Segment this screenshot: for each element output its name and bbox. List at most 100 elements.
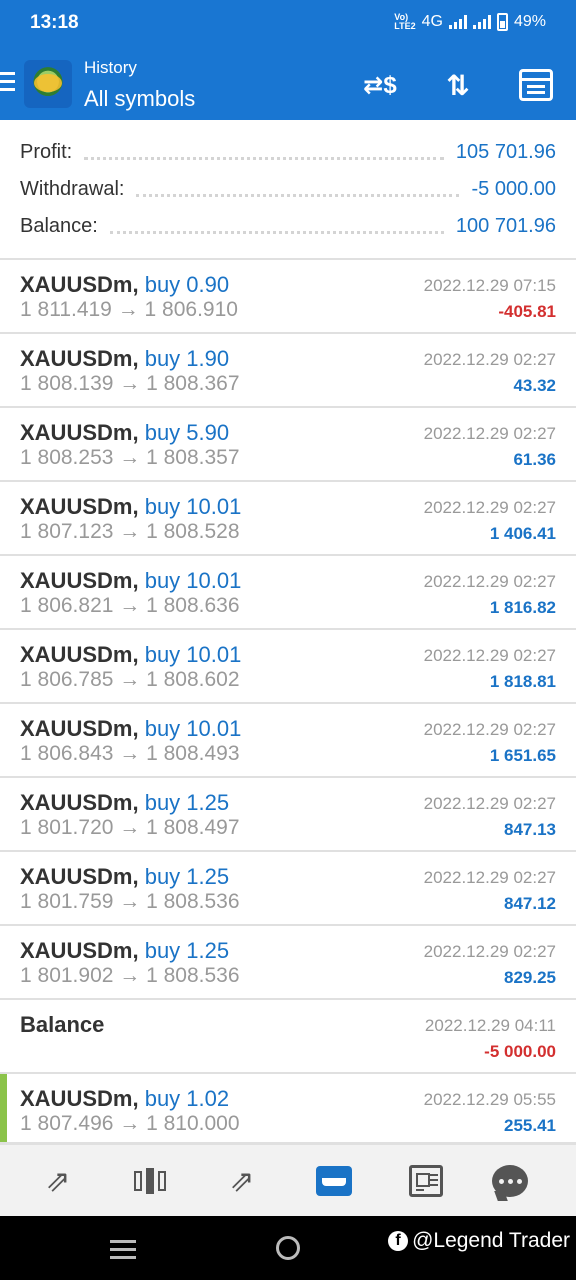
deal-row[interactable]: XAUUSDm, buy 1.25 1 801.720 → 1 808.497 … [0,778,576,852]
home-icon[interactable] [276,1236,300,1260]
deal-type: buy 10.01 [144,716,242,741]
deal-type: buy 10.01 [144,568,242,593]
deal-prices: 1 806.785 → 1 808.602 [20,668,240,691]
withdrawal-row: Withdrawal: -5 000.00 [20,171,556,207]
deal-date: 2022.12.29 02:27 [423,424,556,443]
bottom-navigation: ⇗ ⇗ [0,1144,576,1216]
deal-row[interactable]: XAUUSDm, buy 10.01 1 807.123 → 1 808.528… [0,482,576,556]
profit-label: Profit: [20,140,73,163]
deal-date: 2022.12.29 02:27 [423,794,556,813]
deal-row-selected[interactable]: XAUUSDm, buy 1.02 1 807.496 → 1 810.000 … [0,1074,576,1144]
quotes-icon[interactable]: ⇗ [36,1159,80,1203]
deal-type: buy 10.01 [144,494,242,519]
deal-date: 2022.12.29 02:27 [423,646,556,665]
deal-row[interactable]: XAUUSDm, buy 5.90 1 808.253 → 1 808.357 … [0,408,576,482]
deal-date: 2022.12.29 07:15 [423,276,556,295]
deal-prices: 1 801.759 → 1 808.536 [20,890,240,913]
app-logo[interactable] [24,60,72,108]
page-subtitle: History [84,58,137,77]
page-title[interactable]: All symbols [84,86,195,112]
deal-row[interactable]: XAUUSDm, buy 10.01 1 806.821 → 1 808.636… [0,556,576,630]
withdrawal-value: -5 000.00 [471,177,556,200]
deal-date: 2022.12.29 02:27 [423,498,556,517]
status-time: 13:18 [30,12,79,33]
app-bar: History All symbols ⇄$ ⇅ [0,50,576,120]
deal-symbol: XAUUSDm, [20,1086,139,1111]
signal-icon-2 [472,15,491,29]
withdrawal-label: Withdrawal: [20,177,125,200]
system-navigation-bar: f @Legend Trader [0,1216,576,1280]
deal-symbol: XAUUSDm, [20,346,139,371]
deal-prices: 1 801.720 → 1 808.497 [20,816,240,839]
deal-date: 2022.12.29 02:27 [423,720,556,739]
battery-icon [496,13,508,31]
deal-prices: 1 807.123 → 1 808.528 [20,520,240,543]
status-icons: Vo) LTE2 4G 49% [394,13,546,31]
deal-prices: 1 801.902 → 1 808.536 [20,964,240,987]
top-bar: 13:18 Vo) LTE2 4G 49% History All symbols… [0,0,576,120]
deal-date: 2022.12.29 02:27 [423,942,556,961]
deal-symbol: XAUUSDm, [20,864,139,889]
deal-profit: 1 651.65 [489,746,556,765]
deal-prices: 1 807.496 → 1 810.000 [20,1112,240,1135]
deal-symbol: XAUUSDm, [20,494,139,519]
recent-apps-icon[interactable] [110,1240,136,1264]
leader-dots [109,230,444,234]
balance-label: Balance: [20,214,98,237]
deal-row[interactable]: XAUUSDm, buy 10.01 1 806.843 → 1 808.493… [0,704,576,778]
menu-icon[interactable] [0,72,16,92]
calendar-button[interactable] [516,68,556,102]
exchange-icon[interactable]: ⇄$ [360,68,400,102]
deal-profit: 829.25 [504,968,556,987]
history-summary: Profit: 105 701.96 Withdrawal: -5 000.00… [0,120,576,260]
deal-symbol: Balance [20,1012,105,1037]
deal-profit: 847.13 [504,820,556,839]
battery-level: 49% [513,13,546,30]
deal-prices: 1 806.821 → 1 808.636 [20,594,240,617]
balance-row: Balance: 100 701.96 [20,208,556,244]
watermark: f @Legend Trader [388,1229,570,1253]
chart-icon[interactable] [128,1159,172,1203]
deal-row[interactable]: XAUUSDm, buy 1.25 1 801.902 → 1 808.536 … [0,926,576,1000]
watermark-text: @Legend Trader [412,1229,570,1252]
balance-row-item[interactable]: Balance 2022.12.29 04:11 -5 000.00 [0,1000,576,1074]
deal-row[interactable]: XAUUSDm, buy 1.90 1 808.139 → 1 808.367 … [0,334,576,408]
calendar-icon [519,69,553,101]
profit-row: Profit: 105 701.96 [20,134,556,170]
deal-date: 2022.12.29 02:27 [423,572,556,591]
deal-row[interactable]: XAUUSDm, buy 1.25 1 801.759 → 1 808.536 … [0,852,576,926]
news-icon[interactable] [404,1159,448,1203]
leader-dots [136,193,460,197]
deal-date: 2022.12.29 02:27 [423,868,556,887]
deal-symbol: XAUUSDm, [20,642,139,667]
deal-symbol: XAUUSDm, [20,716,139,741]
network-type: 4G [421,13,443,30]
chat-icon[interactable] [488,1159,532,1203]
history-icon[interactable] [312,1159,356,1203]
deal-symbol: XAUUSDm, [20,272,139,297]
deal-type: buy 1.25 [144,864,230,889]
deal-type: buy 1.90 [144,346,230,371]
leader-dots [84,156,444,160]
sort-icon[interactable]: ⇅ [438,68,478,102]
deal-type: buy 1.25 [144,938,230,963]
deal-type: buy 5.90 [144,420,230,445]
deal-prices: 1 811.419 → 1 806.910 [20,298,238,321]
deal-type: buy 10.01 [144,642,242,667]
deal-profit: -5 000.00 [484,1042,556,1061]
deal-row[interactable]: XAUUSDm, buy 10.01 1 806.785 → 1 808.602… [0,630,576,704]
deal-prices: 1 808.253 → 1 808.357 [20,446,240,469]
deal-date: 2022.12.29 04:11 [424,1016,556,1035]
deal-symbol: XAUUSDm, [20,790,139,815]
deal-profit: 1 818.81 [489,672,556,691]
deal-type: buy 0.90 [144,272,230,297]
facebook-icon: f [388,1231,409,1251]
deal-profit: 1 816.82 [489,598,556,617]
deal-row[interactable]: XAUUSDm, buy 0.90 1 811.419 → 1 806.910 … [0,260,576,334]
deal-profit: 847.12 [504,894,556,913]
deal-profit: 61.36 [513,450,556,469]
deal-prices: 1 806.843 → 1 808.493 [20,742,240,765]
balance-value: 100 701.96 [455,214,556,237]
trade-icon[interactable]: ⇗ [220,1159,264,1203]
profit-value: 105 701.96 [455,140,556,163]
